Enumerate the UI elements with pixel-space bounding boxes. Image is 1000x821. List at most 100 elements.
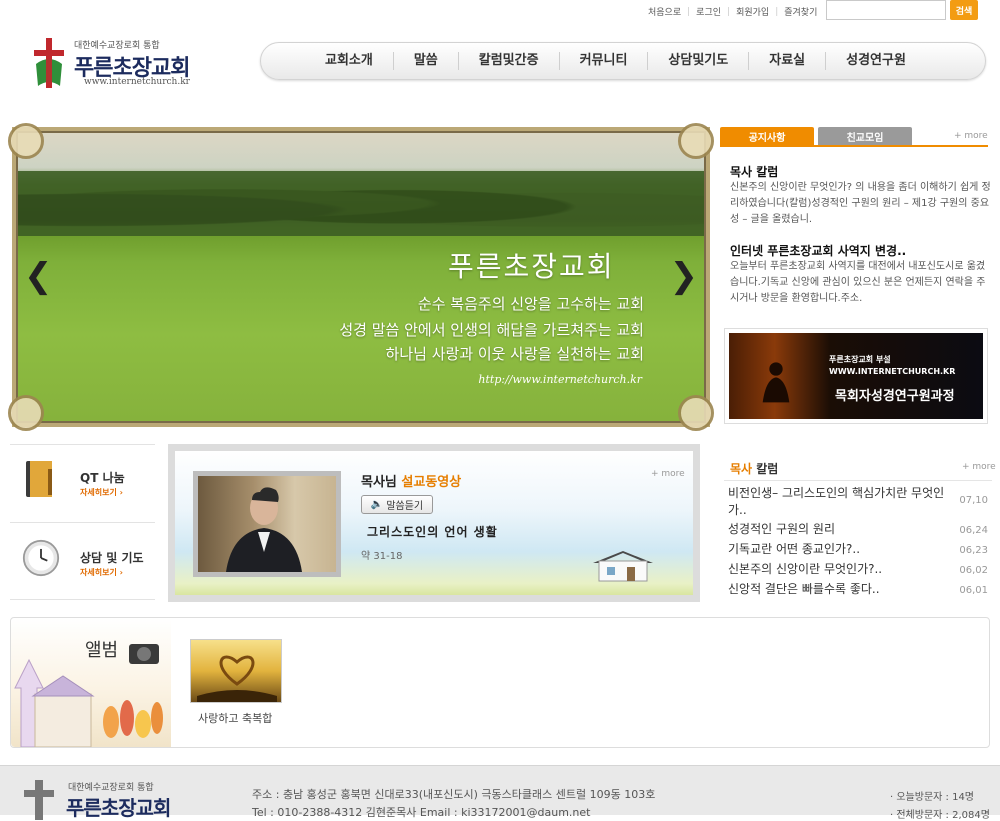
home-link[interactable]: 처음으로 (642, 5, 687, 18)
cross-logo-icon (34, 38, 64, 88)
list-item[interactable]: 신앙적 결단은 빠를수록 좋다.. 06,01 (728, 581, 990, 598)
list-item-date: 07,10 (959, 495, 988, 506)
list-item-title: 비전인생– 그리스도인의 핵심가치란 무엇인가.. (728, 486, 945, 517)
pastor-figure-icon (226, 487, 302, 572)
hero-image: 푸른초장교회 순수 복음주의 신앙을 고수하는 교회 성경 말씀 안에서 인생의… (18, 133, 704, 421)
footer-cross-logo-icon (24, 780, 54, 820)
login-link[interactable]: 로그인 (690, 5, 727, 18)
column-title-rest: 칼럼 (752, 462, 779, 476)
main-nav: 교회소개 말씀 칼럼및간증 커뮤니티 상담및기도 자료실 성경연구원 (260, 42, 986, 80)
banner-title: 목회자성경연구원과정 (835, 389, 955, 404)
utility-links: 처음으로 | 로그인 | 회원가입 | 즐겨찾기 (642, 5, 823, 19)
sermon-thumbnail[interactable] (193, 471, 341, 577)
site-logo[interactable]: 대한예수교장로회 통합 푸른초장교회 www.internetchurch.kr (30, 36, 220, 90)
sermon-label: 목사님 설교동영상 (361, 471, 461, 490)
list-item[interactable]: 신본주의 신앙이란 무엇인가?.. 06,02 (728, 561, 990, 578)
sermon-label-prefix: 목사님 (361, 475, 402, 490)
nav-item-archive[interactable]: 자료실 (749, 52, 827, 70)
bookmark-link[interactable]: 즐겨찾기 (778, 5, 823, 18)
quick-link-more[interactable]: 자세히보기 › (80, 487, 123, 498)
bible-institute-banner[interactable]: 푸른초장교회 부설 WWW.INTERNETCHURCH.KR 목회자성경연구원… (724, 328, 988, 424)
divider (724, 480, 992, 481)
list-item-title: 성경적인 구원의 원리 (728, 522, 835, 536)
hero-title: 푸른초장교회 (448, 250, 615, 283)
logo-url: www.internetchurch.kr (84, 77, 190, 87)
notice-item-title[interactable]: 목사 칼럼 (730, 163, 778, 180)
visitor-total: · 전체방문자 : 2,084명 (890, 810, 990, 821)
next-arrow-icon[interactable]: ❯ (670, 259, 699, 293)
frame-ornament (8, 123, 44, 159)
list-item[interactable]: 성경적인 구원의 원리 06,24 (728, 521, 990, 538)
album-title: 앨범 (85, 640, 119, 661)
visitor-today: · 오늘방문자 : 14명 (890, 792, 975, 803)
album-section: 앨범 사랑하고 축복합 (10, 617, 990, 748)
quick-link-title: QT 나눔 (80, 471, 125, 485)
tab-underline (720, 145, 988, 147)
quick-link-counsel[interactable]: 상담 및 기도 자세히보기 › (10, 522, 155, 600)
hero-url: http://www.internetchurch.kr (478, 373, 642, 386)
quick-link-qt[interactable]: QT 나눔 자세히보기 › (10, 444, 155, 522)
footer: 대한예수교장로회 통합 푸른초장교회 주소 : 충남 홍성군 홍북면 신대로33… (0, 765, 1000, 821)
heart-book-icon (197, 655, 277, 702)
list-item-date: 06,01 (959, 585, 988, 596)
column-title: 목사 칼럼 (730, 460, 778, 477)
column-more-link[interactable]: + more (962, 462, 996, 472)
list-item[interactable]: 비전인생– 그리스도인의 핵심가치란 무엇인가.. 07,10 (728, 485, 990, 519)
banner-url: WWW.INTERNETCHURCH.KR (829, 367, 956, 376)
notice-item-title[interactable]: 인터넷 푸른초장교회 사역지 변경.. (730, 242, 906, 259)
pastor-photo (198, 476, 336, 572)
clock-icon (22, 539, 60, 577)
listen-button[interactable]: 🔈 말씀듣기 (361, 495, 433, 514)
quick-link-title: 상담 및 기도 (80, 551, 144, 565)
nav-item-community[interactable]: 커뮤니티 (560, 52, 649, 70)
notebook-icon (26, 461, 52, 497)
list-item-title: 신본주의 신앙이란 무엇인가?.. (728, 562, 883, 576)
list-item[interactable]: 기독교란 어떤 종교인가?.. 06,23 (728, 541, 990, 558)
column-title-highlight: 목사 (730, 462, 753, 476)
list-item-title: 기독교란 어떤 종교인가?.. (728, 542, 861, 556)
house-illustration-icon (593, 551, 653, 582)
nav-item-word[interactable]: 말씀 (394, 52, 459, 70)
nav-item-column[interactable]: 칼럼및간증 (459, 52, 560, 70)
sermon-video-box: 목사님 설교동영상 + more 🔈 말씀듣기 그리스도인의 언어 생활 약 3… (168, 444, 700, 602)
praying-person-icon (762, 362, 790, 403)
hero-line: 순수 복음주의 신앙을 고수하는 교회 (417, 295, 644, 313)
banner-image: 푸른초장교회 부설 WWW.INTERNETCHURCH.KR 목회자성경연구원… (729, 333, 983, 419)
tab-notice[interactable]: 공지사항 (720, 127, 814, 145)
divider (10, 599, 155, 600)
hero-line: 하나님 사랑과 이웃 사랑을 실천하는 교회 (385, 345, 644, 363)
footer-address: 주소 : 충남 홍성군 홍북면 신대로33(내포신도시) 극동스타클래스 센트럴… (252, 788, 656, 801)
sermon-panel: 목사님 설교동영상 + more 🔈 말씀듣기 그리스도인의 언어 생활 약 3… (175, 451, 693, 595)
list-item-date: 06,02 (959, 565, 988, 576)
footer-contact: Tel : 010-2388-4312 김현준목사 Email : ki3317… (252, 806, 591, 819)
banner-subtitle: 푸른초장교회 부설 (829, 355, 891, 364)
frame-ornament (678, 395, 714, 431)
hero-line: 성경 말씀 안에서 인생의 해답을 가르쳐주는 교회 (339, 321, 644, 339)
footer-logo-name: 푸른초장교회 (66, 796, 171, 820)
quick-link-more[interactable]: 자세히보기 › (80, 567, 123, 578)
nav-item-bible-institute[interactable]: 성경연구원 (826, 52, 926, 70)
notice-item-body: 오늘부터 푸른초장교회 사역지를 대전에서 내포신도시로 옮겼습니다.기독교 신… (730, 261, 986, 304)
tab-fellowship[interactable]: 친교모임 (818, 127, 912, 145)
speaker-icon: 🔈 (370, 499, 384, 510)
list-item-date: 06,24 (959, 525, 988, 536)
prev-arrow-icon[interactable]: ❮ (24, 259, 53, 293)
list-item-title: 신앙적 결단은 빠를수록 좋다.. (728, 582, 880, 596)
album-caption[interactable]: 사랑하고 축복합 (198, 710, 272, 726)
frame-ornament (8, 395, 44, 431)
search-input[interactable] (826, 0, 946, 20)
signup-link[interactable]: 회원가입 (730, 5, 775, 18)
nav-item-church-intro[interactable]: 교회소개 (305, 52, 394, 70)
frame-ornament (678, 123, 714, 159)
album-illustration: 앨범 (11, 618, 171, 747)
sermon-more-link[interactable]: + more (651, 469, 685, 479)
sermon-title[interactable]: 그리스도인의 언어 생활 (367, 523, 498, 540)
sermon-label-highlight: 설교동영상 (401, 475, 462, 490)
list-item-date: 06,23 (959, 545, 988, 556)
listen-label: 말씀듣기 (386, 501, 424, 512)
nav-item-counsel[interactable]: 상담및기도 (648, 52, 750, 70)
hero-slider: 푸른초장교회 순수 복음주의 신앙을 고수하는 교회 성경 말씀 안에서 인생의… (8, 123, 714, 431)
notice-more-link[interactable]: + more (954, 131, 988, 141)
search-button[interactable]: 검색 (950, 0, 978, 20)
album-photo[interactable] (190, 639, 282, 703)
